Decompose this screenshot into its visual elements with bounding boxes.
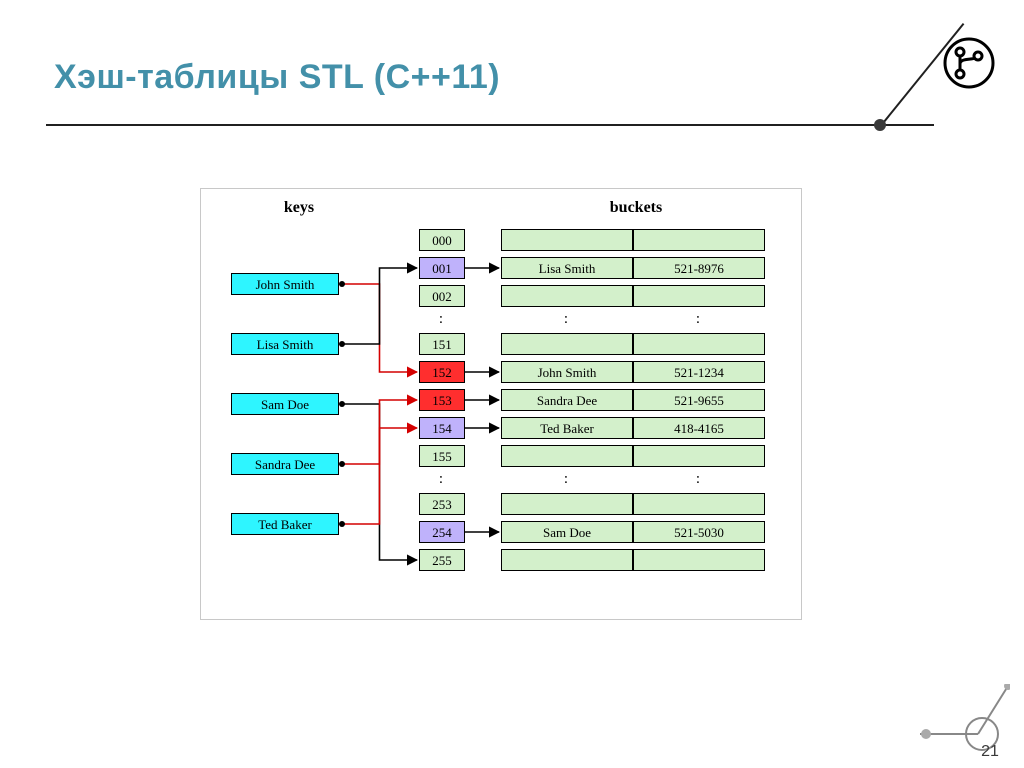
key-box: John Smith [231,273,339,295]
bucket-index: 001 [419,257,465,279]
bucket-name [501,229,633,251]
bucket-name: Ted Baker [501,417,633,439]
bucket-value [633,493,765,515]
hash-arrow [342,284,417,372]
key-box: Ted Baker [231,513,339,535]
bucket-index: 154 [419,417,465,439]
key-anchor-dot [339,281,345,287]
ellipsis-marker: : [559,471,573,488]
bucket-value [633,285,765,307]
bucket-index: 002 [419,285,465,307]
branch-icon [942,36,996,95]
hash-arrow [342,428,417,524]
bucket-value [633,333,765,355]
hash-arrow [342,404,417,560]
bucket-value: 521-9655 [633,389,765,411]
bucket-value: 418-4165 [633,417,765,439]
bucket-index: 000 [419,229,465,251]
key-anchor-dot [339,401,345,407]
bucket-name: Lisa Smith [501,257,633,279]
bucket-value [633,229,765,251]
bucket-index: 255 [419,549,465,571]
hash-arrow [342,268,417,344]
key-anchor-dot [339,521,345,527]
bucket-value: 521-5030 [633,521,765,543]
bucket-name: Sandra Dee [501,389,633,411]
bucket-value: 521-8976 [633,257,765,279]
hash-arrow [342,400,417,464]
key-box: Sandra Dee [231,453,339,475]
bucket-name [501,493,633,515]
ellipsis-marker: : [691,311,705,328]
bucket-name [501,333,633,355]
key-box: Lisa Smith [231,333,339,355]
slide-title: Хэш-таблицы STL (C++11) [54,58,500,97]
key-anchor-dot [339,341,345,347]
buckets-header: buckets [501,199,771,217]
ellipsis-marker: : [434,311,448,328]
bucket-value [633,445,765,467]
bucket-name [501,445,633,467]
bucket-name [501,549,633,571]
page-number: 21 [980,744,1000,760]
bucket-name: John Smith [501,361,633,383]
bucket-index: 254 [419,521,465,543]
bucket-value [633,549,765,571]
bucket-index: 153 [419,389,465,411]
bucket-index: 253 [419,493,465,515]
ellipsis-marker: : [691,471,705,488]
title-rule-dot [874,119,886,131]
hash-diagram: keys buckets John Smith Lisa Smith Sam Doe… [200,188,802,620]
bucket-index: 152 [419,361,465,383]
bucket-value: 521-1234 [633,361,765,383]
ellipsis-marker: : [559,311,573,328]
bucket-index: 155 [419,445,465,467]
bucket-name [501,285,633,307]
key-anchor-dot [339,461,345,467]
bucket-index: 151 [419,333,465,355]
bucket-name: Sam Doe [501,521,633,543]
title-rule [46,124,934,126]
key-box: Sam Doe [231,393,339,415]
keys-header: keys [245,199,353,217]
ellipsis-marker: : [434,471,448,488]
